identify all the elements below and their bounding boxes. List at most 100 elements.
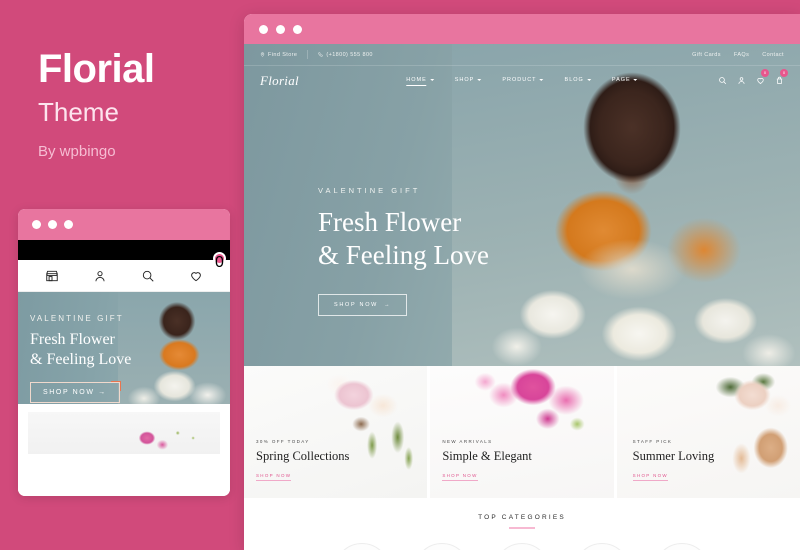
- promo-text: 30% OFF TODAY Spring Collections SHOP NO…: [256, 439, 349, 482]
- topbar-links: Gift Cards FAQs Contact: [692, 52, 784, 58]
- mobile-mockup: 0 VALENTINE GIFT Fresh Flower & Feeling …: [18, 209, 230, 496]
- find-store-link[interactable]: Find Store: [260, 52, 297, 58]
- window-dot-close[interactable]: [259, 24, 268, 34]
- hero-title-line2: & Feeling Love: [318, 240, 489, 271]
- location-pin-icon: [260, 52, 265, 57]
- hero-text-block: VALENTINE GIFT Fresh Flower & Feeling Lo…: [318, 186, 489, 316]
- mobile-hero-title-line1: Fresh Flower: [30, 331, 115, 348]
- mobile-window-chrome: [18, 209, 230, 240]
- wishlist-count-badge: 0: [761, 69, 769, 77]
- mobile-shop-now-label: SHOP NOW: [43, 389, 95, 396]
- hero-title: Fresh Flower & Feeling Love: [318, 206, 489, 273]
- mobile-lower-section: [18, 404, 230, 496]
- site-logo[interactable]: Florial: [260, 73, 299, 89]
- nav-item-product[interactable]: PRODUCT: [502, 77, 544, 85]
- find-store-label: Find Store: [268, 51, 298, 58]
- brand-panel: Florial Theme By wpbingo: [38, 48, 238, 160]
- search-icon[interactable]: [141, 269, 155, 283]
- promo-card[interactable]: STAFF PICK Summer Loving SHOP NOW: [616, 366, 800, 498]
- promo-card[interactable]: NEW ARRIVALS Simple & Elegant SHOP NOW: [430, 366, 614, 498]
- category-thumbnail[interactable]: [334, 543, 390, 550]
- phone-label: (+1800) 555 800: [326, 51, 373, 58]
- phone-icon: [318, 52, 323, 57]
- store-icon[interactable]: [45, 269, 59, 283]
- mobile-hero-photo: [118, 292, 230, 404]
- wishlist-heart-icon[interactable]: 0: [756, 69, 769, 90]
- window-dot-maximize[interactable]: [64, 220, 73, 229]
- gift-cards-link[interactable]: Gift Cards: [692, 52, 721, 58]
- hero-shop-now-button[interactable]: SHOP NOW →: [318, 293, 408, 316]
- promo-text: NEW ARRIVALS Simple & Elegant SHOP NOW: [442, 439, 532, 482]
- mobile-cart-badge: 0: [213, 252, 226, 271]
- promo-cards: 30% OFF TODAY Spring Collections SHOP NO…: [244, 366, 800, 498]
- mobile-hero: VALENTINE GIFT Fresh Flower & Feeling Lo…: [18, 292, 230, 404]
- nav-menu: HOME SHOP PRODUCT BLOG PAGE: [406, 77, 638, 86]
- brand-author: By wpbingo: [38, 142, 116, 160]
- chevron-down-icon: [477, 79, 482, 81]
- promo-card[interactable]: 30% OFF TODAY Spring Collections SHOP NO…: [244, 366, 428, 498]
- category-thumbnail[interactable]: [574, 543, 630, 550]
- nav-item-home[interactable]: HOME: [406, 77, 434, 86]
- mobile-hero-text: VALENTINE GIFT Fresh Flower & Feeling Lo…: [30, 314, 131, 403]
- brand-subtitle: Theme: [38, 97, 119, 127]
- window-dot-minimize[interactable]: [276, 24, 285, 34]
- mobile-icon-bar: [18, 260, 230, 292]
- top-categories-heading: TOP CATEGORIES: [478, 514, 566, 521]
- nav-item-home-label: HOME: [406, 77, 427, 83]
- mobile-topbar: 0: [18, 240, 230, 271]
- phone-link[interactable]: (+1800) 555 800: [318, 52, 373, 58]
- promo-title: Spring Collections: [256, 449, 350, 463]
- mobile-hero-title: Fresh Flower & Feeling Love: [30, 330, 131, 370]
- desktop-window-chrome: [244, 14, 800, 44]
- category-thumbnail[interactable]: [414, 543, 470, 550]
- nav-item-blog[interactable]: BLOG: [565, 77, 591, 85]
- window-dot-minimize[interactable]: [48, 220, 57, 229]
- arrow-right-icon: →: [98, 389, 107, 396]
- chevron-down-icon: [586, 79, 591, 81]
- chevron-down-icon: [429, 79, 434, 81]
- cart-count-badge: 0: [780, 69, 788, 77]
- nav-item-product-label: PRODUCT: [502, 77, 537, 83]
- cart-icon[interactable]: 0: [775, 69, 788, 90]
- mobile-lower-image: [28, 412, 220, 454]
- utility-topbar: Find Store (+1800) 555 800 Gift Cards FA…: [244, 44, 800, 66]
- promo-eyebrow: 30% OFF TODAY: [256, 439, 310, 444]
- topbar-divider: [307, 50, 309, 59]
- desktop-mockup: Find Store (+1800) 555 800 Gift Cards FA…: [244, 14, 800, 550]
- promo-shop-now-link[interactable]: SHOP NOW: [442, 473, 478, 481]
- nav-item-blog-label: BLOG: [564, 77, 584, 83]
- hero-eyebrow: VALENTINE GIFT: [318, 186, 421, 195]
- top-categories-section: TOP CATEGORIES: [244, 498, 800, 550]
- category-thumbnail[interactable]: [494, 543, 550, 550]
- promo-title: Simple & Elegant: [442, 449, 532, 463]
- promo-shop-now-link[interactable]: SHOP NOW: [632, 473, 668, 481]
- nav-item-page[interactable]: PAGE: [612, 77, 638, 85]
- nav-item-shop[interactable]: SHOP: [455, 77, 482, 85]
- chevron-down-icon: [633, 79, 638, 81]
- category-thumbnails: [244, 543, 800, 550]
- promo-title: Summer Loving: [632, 449, 715, 463]
- mobile-shop-now-button[interactable]: SHOP NOW →: [30, 381, 121, 403]
- mobile-hero-eyebrow: VALENTINE GIFT: [30, 314, 124, 323]
- search-icon[interactable]: [718, 72, 727, 90]
- faqs-link[interactable]: FAQs: [734, 52, 749, 58]
- arrow-right-icon: →: [384, 301, 392, 308]
- page-title: Florial: [38, 47, 155, 91]
- promo-eyebrow: STAFF PICK: [632, 439, 673, 444]
- nav-item-shop-label: SHOP: [454, 77, 475, 83]
- account-icon[interactable]: [737, 72, 746, 90]
- window-dot-maximize[interactable]: [293, 24, 302, 34]
- contact-link[interactable]: Contact: [762, 52, 784, 58]
- promo-shop-now-link[interactable]: SHOP NOW: [256, 473, 292, 481]
- chevron-down-icon: [539, 79, 544, 81]
- wishlist-heart-icon[interactable]: [189, 269, 203, 283]
- window-dot-close[interactable]: [32, 220, 41, 229]
- heading-underline: [509, 527, 535, 529]
- mobile-hero-title-line2: & Feeling Love: [30, 351, 132, 368]
- account-icon[interactable]: [93, 269, 107, 283]
- promo-text: STAFF PICK Summer Loving SHOP NOW: [632, 439, 715, 482]
- header-actions: 0 0: [718, 69, 788, 90]
- desktop-hero: Find Store (+1800) 555 800 Gift Cards FA…: [244, 44, 800, 366]
- promo-eyebrow: NEW ARRIVALS: [442, 439, 493, 444]
- category-thumbnail[interactable]: [654, 543, 710, 550]
